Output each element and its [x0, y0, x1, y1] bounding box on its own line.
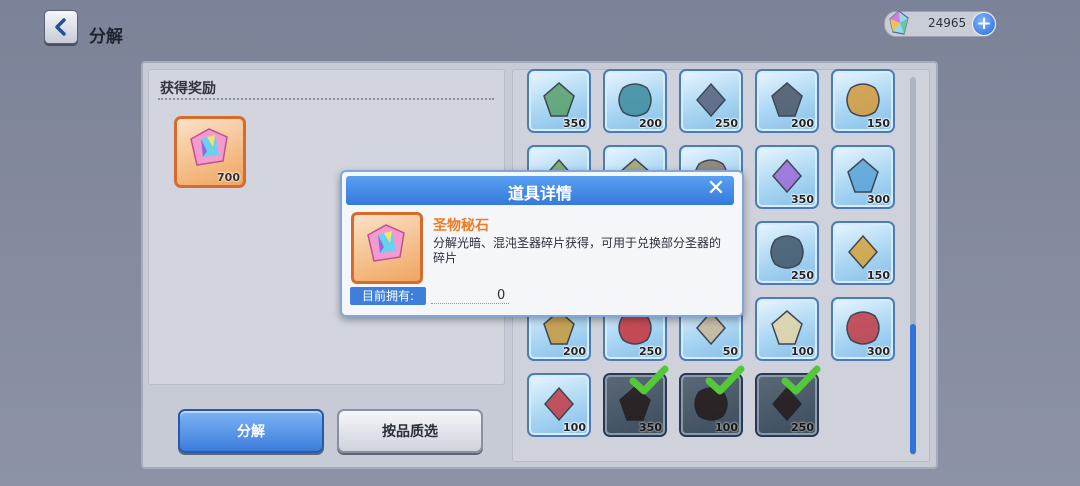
- item-tile[interactable]: 350: [603, 365, 669, 437]
- item-count: 250: [791, 269, 814, 282]
- spiked-armor-icon: [771, 81, 803, 117]
- purple-flower-icon: [772, 158, 802, 193]
- item-tile[interactable]: 150: [831, 221, 895, 285]
- item-count: 50: [722, 345, 738, 358]
- item-count: 200: [791, 117, 814, 130]
- reward-count: 700: [217, 171, 240, 184]
- decompose-button[interactable]: 分解: [178, 409, 324, 453]
- clock-icon: [770, 235, 804, 269]
- dark-crest-icon: [696, 82, 726, 117]
- item-tile[interactable]: 250: [755, 365, 821, 437]
- item-count: 250: [715, 117, 738, 130]
- crystal-currency-icon: [889, 10, 909, 35]
- item-count: 300: [867, 345, 890, 358]
- reward-title: 获得奖励: [160, 81, 216, 97]
- bow-icon: [543, 81, 575, 117]
- relic-stone-icon: [190, 128, 228, 166]
- item-count: 350: [791, 193, 814, 206]
- item-tile[interactable]: 250: [755, 221, 819, 285]
- item-count: 350: [563, 117, 586, 130]
- ruby-chain-icon: [544, 386, 574, 421]
- item-count: 100: [563, 421, 586, 434]
- item-count: 300: [867, 193, 890, 206]
- item-tile[interactable]: 100: [755, 297, 819, 361]
- item-count: 250: [791, 421, 814, 434]
- select-by-quality-button[interactable]: 按品质选: [337, 409, 483, 453]
- dialog-title: 道具详情: [507, 184, 572, 203]
- back-button[interactable]: [44, 10, 78, 44]
- checkmark-icon: [629, 365, 669, 395]
- owned-label: 目前拥有:: [350, 287, 426, 305]
- item-tile[interactable]: 300: [831, 145, 895, 209]
- currency-value: 24965: [928, 16, 967, 30]
- dialog-item-icon: [351, 212, 423, 284]
- item-tile[interactable]: 100: [527, 373, 591, 437]
- gold-crown-icon: [848, 234, 878, 269]
- relic-stone-icon: [367, 224, 405, 262]
- item-tile[interactable]: 200: [603, 69, 667, 133]
- trident-icon: [618, 83, 652, 117]
- red-crystal-icon: [846, 311, 880, 345]
- item-tile[interactable]: 350: [527, 69, 591, 133]
- item-count: 200: [563, 345, 586, 358]
- checkmark-icon: [705, 365, 745, 395]
- goggles-icon: [847, 157, 879, 193]
- scrollbar-thumb[interactable]: [910, 324, 916, 454]
- item-count: 100: [715, 421, 738, 434]
- page-title: 分解: [89, 27, 123, 47]
- item-tile[interactable]: 150: [831, 69, 895, 133]
- checkmark-icon: [781, 365, 821, 395]
- reward-item-tile[interactable]: 700: [174, 116, 246, 188]
- owned-divider: [431, 303, 509, 304]
- item-tile[interactable]: 100: [679, 365, 745, 437]
- item-count: 150: [867, 117, 890, 130]
- dialog-item-name: 圣物秘石: [433, 218, 489, 234]
- owned-value: 0: [497, 288, 506, 303]
- item-count: 150: [867, 269, 890, 282]
- white-flower-icon: [771, 309, 803, 345]
- gold-earring-icon: [846, 83, 880, 117]
- dialog-item-description: 分解光暗、混沌圣器碎片获得，可用于兑换部分圣器的碎片: [433, 236, 722, 265]
- item-tile[interactable]: 350: [755, 145, 819, 209]
- item-tile[interactable]: 250: [679, 69, 743, 133]
- item-count: 250: [639, 345, 662, 358]
- item-count: 100: [791, 345, 814, 358]
- item-tile[interactable]: 200: [755, 69, 819, 133]
- chevron-left-icon: [55, 18, 66, 36]
- close-button[interactable]: ✕: [705, 178, 727, 200]
- add-currency-button[interactable]: +: [972, 12, 996, 36]
- item-tile[interactable]: 300: [831, 297, 895, 361]
- item-count: 350: [639, 421, 662, 434]
- item-count: 200: [639, 117, 662, 130]
- close-icon: ✕: [706, 176, 726, 201]
- reward-divider: [158, 98, 494, 100]
